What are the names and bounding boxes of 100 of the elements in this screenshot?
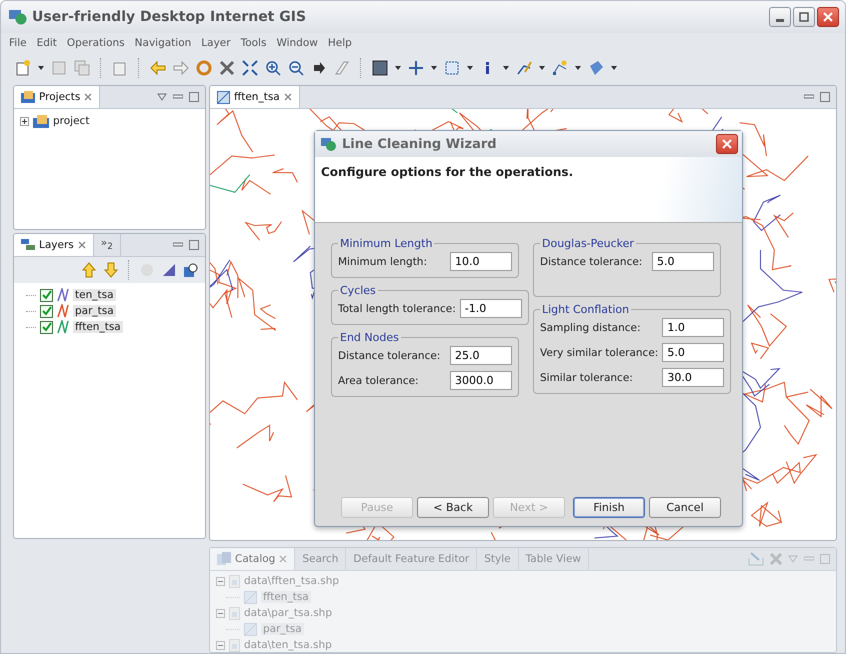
panel-tab[interactable]: »$_{2}$ [94,234,121,256]
caret-icon[interactable] [575,66,581,70]
layer-checkbox[interactable] [40,320,53,334]
layer-icon [244,590,257,604]
forward-arrow-icon[interactable] [173,60,189,76]
input-field[interactable]: 5.0 [662,343,724,362]
zoom-out-icon[interactable] [288,60,304,76]
minimize-button[interactable] [769,7,791,27]
close-button[interactable] [716,134,738,154]
down-arrow-icon[interactable] [103,262,119,278]
panel-tab[interactable]: Layers [14,234,94,256]
panel-tab[interactable]: Catalog [210,548,296,570]
maximize-button[interactable] [793,7,815,27]
project-item[interactable]: project [53,115,90,127]
up-arrow-icon[interactable] [81,262,97,278]
caret-icon[interactable] [503,66,509,70]
new-file-icon[interactable] [15,60,31,76]
map-layer-name[interactable]: par_tsa [73,305,116,317]
expand-toggle-icon[interactable] [216,640,225,650]
input-field[interactable]: 5.0 [652,252,714,271]
dialog-button[interactable]: < Back [417,497,489,518]
document-icon[interactable] [112,60,128,76]
selection-icon[interactable] [444,60,460,76]
expand-toggle-icon[interactable] [216,576,225,586]
dialog-button[interactable]: Cancel [649,497,721,518]
field-label: Total length tolerance: [338,302,456,314]
file-icon [229,574,240,588]
input-field[interactable]: 1.0 [662,318,724,337]
file-icon [229,638,240,652]
input-field[interactable]: 30.0 [662,368,724,387]
cross-icon[interactable] [219,60,235,76]
dialog-heading: Configure options for the operations. [321,165,574,179]
close-tab-icon[interactable] [284,93,292,101]
group-title: Minimum Length [339,237,434,250]
arrow-icon[interactable] [311,60,327,76]
view-menu-icon[interactable] [157,93,167,101]
layer-checkbox[interactable] [40,304,53,318]
field-label: Distance tolerance: [338,350,440,362]
dialog-title: Line Cleaning Wizard [342,136,497,152]
close-button[interactable] [817,7,839,27]
caret-icon[interactable] [539,66,545,70]
menu-item[interactable]: Help [328,37,352,49]
close-tab-icon[interactable] [78,241,86,249]
back-arrow-icon[interactable] [150,60,166,76]
edit-line-icon[interactable] [516,60,532,76]
field-label: Minimum length: [338,256,428,268]
menu-item[interactable]: Navigation [134,37,192,49]
triangle-icon[interactable] [161,262,177,278]
caret-icon[interactable] [431,66,437,70]
menu-item[interactable]: Edit [36,37,57,49]
group-title: Douglas-Peucker [541,237,635,250]
map-layer-name[interactable]: ten_tsa [73,289,116,301]
caret-icon[interactable] [467,66,473,70]
layers-icon [21,239,35,251]
minimize-icon[interactable] [804,94,814,100]
caret-icon[interactable] [38,66,44,70]
expand-toggle-icon[interactable] [216,608,225,618]
caret-icon[interactable] [611,66,617,70]
group-title: Cycles [339,284,377,297]
zoom-in-icon[interactable] [265,60,281,76]
zoom-layer-icon[interactable] [183,262,199,278]
field-label: Area tolerance: [338,374,419,386]
vertex-icon[interactable] [552,60,568,76]
minimize-icon [776,18,784,22]
projects-tab[interactable]: Projects [14,86,100,108]
caret-icon[interactable] [395,66,401,70]
globe-icon [321,137,337,151]
maximize-icon[interactable] [189,92,199,102]
zoom-extent-icon[interactable] [242,60,258,76]
menu-item[interactable]: Tools [240,37,266,49]
catalog-icon [217,552,231,566]
maximize-icon[interactable] [820,92,830,102]
close-tab-icon[interactable] [84,93,92,101]
dialog-button[interactable]: Finish [573,497,645,518]
folder-icon [21,91,35,103]
expand-toggle-icon[interactable] [20,116,29,126]
map-tab[interactable]: fften_tsa [210,86,300,108]
field-label: Distance tolerance: [540,256,642,268]
map-layer-name[interactable]: fften_tsa [73,321,123,333]
input-field[interactable]: 25.0 [450,346,512,365]
minimize-icon[interactable] [173,94,183,100]
input-field[interactable]: 10.0 [450,252,512,271]
maximize-icon[interactable] [189,240,199,250]
folder-icon [33,114,49,128]
layer-checkbox[interactable] [40,288,53,302]
menu-item[interactable]: Operations [66,37,125,49]
pan-icon[interactable] [408,60,424,76]
input-field[interactable]: 3000.0 [450,371,512,390]
menu-item[interactable]: Layer [201,37,231,49]
window-title: User-friendly Desktop Internet GIS [32,9,306,25]
field-label: Sampling distance: [540,322,641,334]
menu-item[interactable]: File [9,37,27,49]
field-label: Similar tolerance: [540,372,633,384]
minimize-icon[interactable] [173,242,183,248]
field-label: Very similar tolerance: [540,346,658,358]
menu-item[interactable]: Window [276,37,318,49]
file-icon [229,606,240,620]
close-icon [722,139,732,149]
group-title: End Nodes [339,331,400,344]
input-field[interactable]: -1.0 [460,299,522,318]
